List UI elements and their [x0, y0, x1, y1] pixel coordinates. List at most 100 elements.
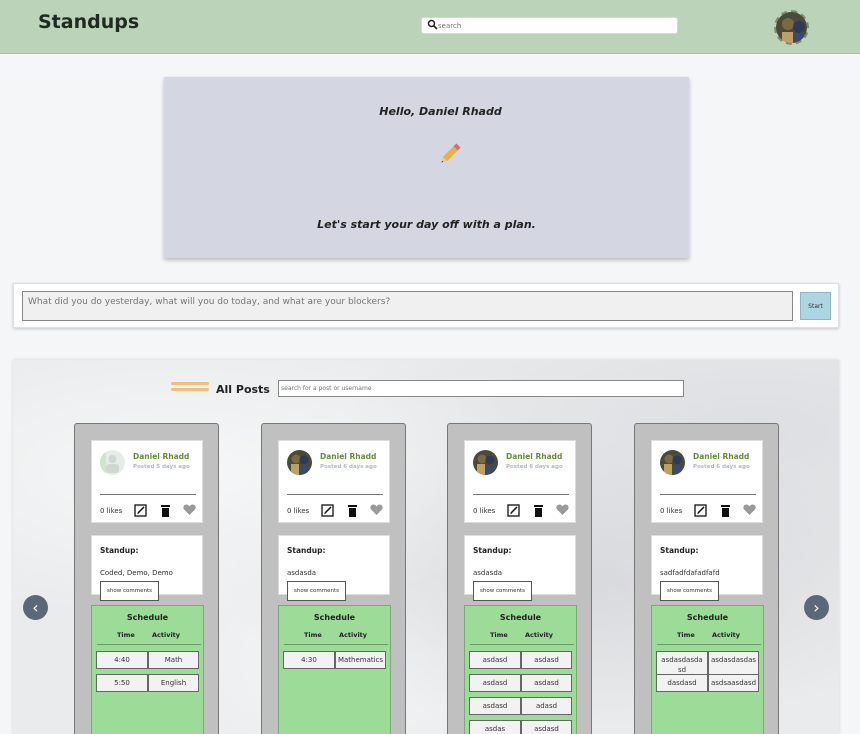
trash-icon[interactable] [720, 504, 731, 517]
schedule-divider [284, 644, 388, 645]
schedule-time-cell: asdasd [469, 651, 521, 669]
next-arrow-button[interactable]: › [804, 595, 829, 620]
show-comments-button[interactable]: show comments [660, 581, 719, 601]
heart-icon[interactable] [556, 504, 569, 516]
schedule-title: Schedule [313, 613, 356, 622]
schedule-activity-cell: English [148, 674, 199, 692]
standup-text: sadfadfdafadfafd [660, 569, 720, 577]
trash-icon[interactable] [160, 504, 171, 517]
author-name[interactable]: Daniel Rhadd [133, 452, 189, 461]
activity-column-header: Activity [152, 631, 181, 639]
likes-count: 0 likes [660, 507, 683, 515]
schedule-time-cell: asdasd [469, 674, 521, 692]
schedule-activity-cell: asdasd [521, 674, 572, 692]
post-author-panel: Daniel Rhadd Posted 6 days ago 0 likes [278, 440, 390, 523]
author-avatar[interactable] [660, 450, 685, 475]
standup-label: Standup: [100, 546, 139, 555]
schedule-activity-cell: asdasd [521, 720, 572, 734]
author-name[interactable]: Daniel Rhadd [320, 452, 376, 461]
standup-text: asdasda [287, 569, 317, 577]
post-timestamp: Posted 6 days ago [693, 464, 750, 470]
divider [100, 494, 196, 495]
post-timestamp: Posted 6 days ago [506, 464, 563, 470]
tagline-text: Let's start your day off with a plan. [317, 218, 536, 231]
previous-arrow-button[interactable]: ‹ [23, 595, 48, 620]
post-timestamp: Posted 6 days ago [320, 464, 377, 470]
likes-count: 0 likes [287, 507, 310, 515]
edit-icon[interactable] [134, 504, 147, 517]
show-comments-button[interactable]: show comments [287, 581, 346, 601]
schedule-title: Schedule [126, 613, 169, 622]
standup-panel: Standup: sadfadfdafadfafd show comments [651, 535, 763, 601]
show-comments-button[interactable]: show comments [473, 581, 532, 601]
standup-textarea[interactable] [22, 291, 793, 321]
author-name[interactable]: Daniel Rhadd [693, 452, 749, 461]
top-bar: Standups [0, 0, 860, 54]
schedule-time-cell: 4:30 [283, 651, 335, 669]
user-avatar[interactable] [774, 10, 809, 45]
likes-count: 0 likes [100, 507, 123, 515]
trash-icon[interactable] [347, 504, 358, 517]
time-column-header: Time [117, 631, 135, 639]
standup-label: Standup: [473, 546, 512, 555]
search-bar[interactable] [421, 17, 678, 34]
author-avatar[interactable] [100, 450, 125, 475]
welcome-banner: Hello, Daniel Rhadd Let's start your day… [164, 77, 689, 258]
schedule-panel: Schedule Time Activity asdasd asdasd asdasd as… [464, 605, 577, 734]
schedule-title: Schedule [499, 613, 542, 622]
standup-panel: Standup: asdasda show comments [464, 535, 576, 601]
start-button[interactable]: Start [800, 292, 831, 320]
schedule-divider [657, 644, 761, 645]
schedule-time-cell: dasdasd [656, 674, 708, 692]
activity-column-header: Activity [339, 631, 368, 639]
heart-icon[interactable] [370, 504, 383, 516]
divider [287, 494, 383, 495]
schedule-activity-cell: asdasd [521, 651, 572, 669]
schedule-panel: Schedule Time Activity 4:30 Mathematics [278, 605, 391, 734]
author-avatar[interactable] [287, 450, 312, 475]
activity-column-header: Activity [525, 631, 554, 639]
activity-column-header: Activity [712, 631, 741, 639]
author-avatar[interactable] [473, 450, 498, 475]
standup-text: Coded, Demo, Demo [100, 569, 173, 577]
schedule-time-cell: 5:50 [96, 674, 148, 692]
all-posts-section: All Posts Daniel Rhadd Posted 5 days ago 0… [13, 360, 839, 734]
schedule-activity-cell: Math [148, 651, 199, 669]
schedule-time-cell: asdasd [469, 697, 521, 715]
post-author-panel: Daniel Rhadd Posted 6 days ago 0 likes [651, 440, 763, 523]
edit-icon[interactable] [694, 504, 707, 517]
menu-icon[interactable] [171, 382, 209, 396]
schedule-activity-cell: asdasdasdas [708, 651, 759, 675]
schedule-activity-cell: adasd [521, 697, 572, 715]
time-column-header: Time [677, 631, 695, 639]
search-input[interactable] [438, 19, 668, 32]
author-name[interactable]: Daniel Rhadd [506, 452, 562, 461]
standup-panel: Standup: asdasda show comments [278, 535, 390, 601]
post-author-panel: Daniel Rhadd Posted 5 days ago 0 likes [91, 440, 203, 523]
schedule-divider [470, 644, 574, 645]
post-search-input[interactable] [278, 380, 684, 397]
time-column-header: Time [490, 631, 508, 639]
greeting-text: Hello, Daniel Rhadd [379, 105, 502, 118]
trash-icon[interactable] [533, 504, 544, 517]
standup-panel: Standup: Coded, Demo, Demo show comments [91, 535, 203, 601]
time-column-header: Time [304, 631, 322, 639]
heart-icon[interactable] [743, 504, 756, 516]
standup-label: Standup: [287, 546, 326, 555]
schedule-panel: Schedule Time Activity 4:40 Math 5:50 English [91, 605, 204, 734]
all-posts-heading: All Posts [216, 383, 270, 396]
schedule-divider [97, 644, 201, 645]
heart-icon[interactable] [183, 504, 196, 516]
divider [473, 494, 569, 495]
schedule-title: Schedule [686, 613, 729, 622]
likes-count: 0 likes [473, 507, 496, 515]
show-comments-button[interactable]: show comments [100, 581, 159, 601]
edit-icon[interactable] [507, 504, 520, 517]
post-card: Daniel Rhadd Posted 6 days ago 0 likes Stan… [634, 423, 779, 734]
schedule-time-cell: asdasdasda sd [656, 651, 708, 675]
edit-icon[interactable] [321, 504, 334, 517]
divider [660, 494, 756, 495]
schedule-panel: Schedule Time Activity asdasdasda sd asdasda… [651, 605, 764, 734]
app-title: Standups [38, 11, 140, 33]
standup-text: asdasda [473, 569, 503, 577]
